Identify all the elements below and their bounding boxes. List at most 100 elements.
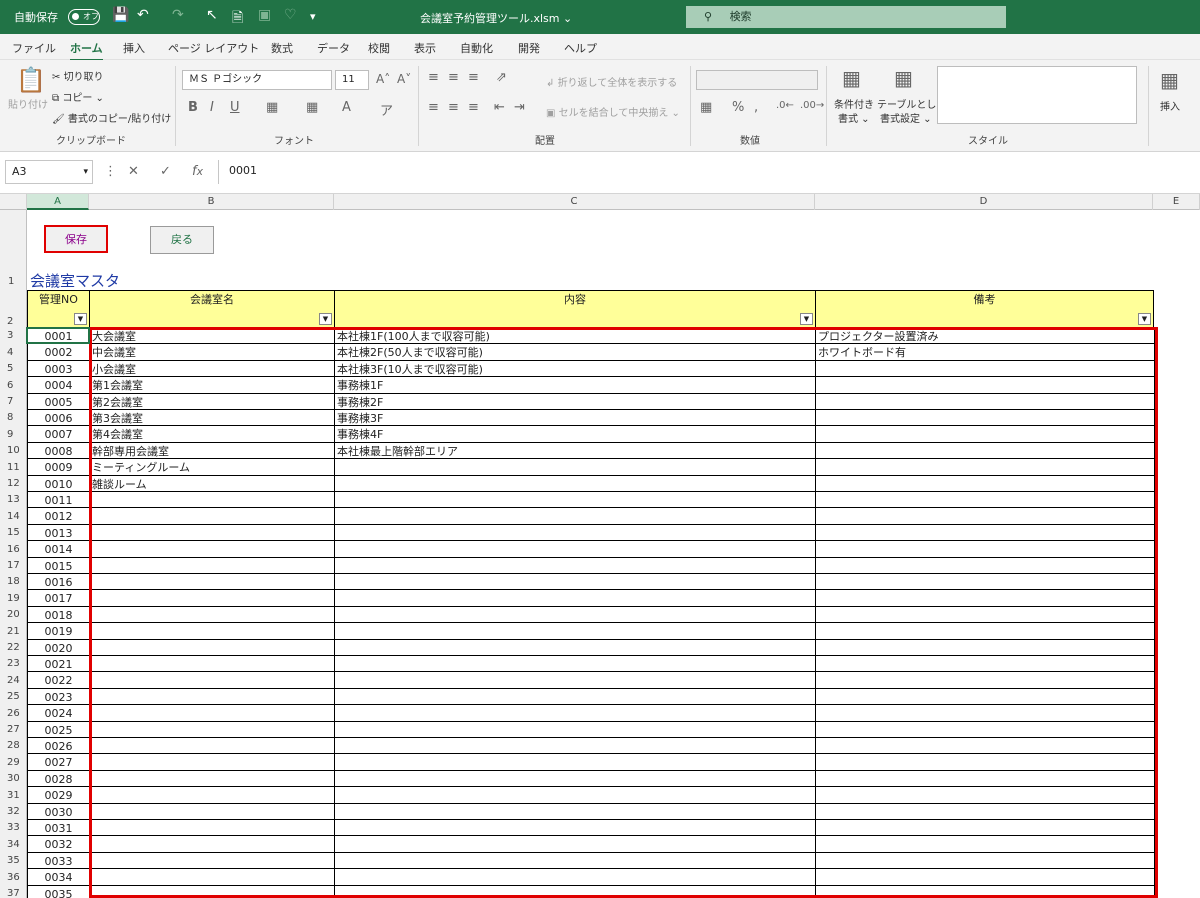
cell-content[interactable] — [335, 541, 816, 558]
redo-icon[interactable]: ↷ — [172, 7, 184, 23]
font-color-icon[interactable]: A — [342, 100, 351, 115]
cell-notes[interactable] — [816, 672, 1155, 689]
menu-data[interactable]: データ — [317, 40, 350, 56]
row-header[interactable]: 37 — [0, 886, 27, 898]
cell-notes[interactable] — [816, 656, 1155, 672]
cell-no[interactable]: 0005 — [27, 394, 90, 410]
cell-name[interactable] — [90, 672, 335, 689]
cell-no[interactable]: 0032 — [27, 836, 90, 853]
col-a[interactable]: A — [27, 194, 89, 210]
row-header[interactable]: 29 — [0, 754, 27, 771]
cell-name[interactable] — [90, 590, 335, 607]
cell-no[interactable]: 0034 — [27, 869, 90, 886]
cell-content[interactable]: 事務棟4F — [335, 426, 816, 443]
cell-notes[interactable]: プロジェクター設置済み — [816, 328, 1155, 344]
italic-icon[interactable]: I — [210, 100, 214, 115]
cell-content[interactable] — [335, 771, 816, 787]
cell-styles-gallery[interactable] — [937, 66, 1137, 124]
cell-content[interactable] — [335, 623, 816, 640]
col-b[interactable]: B — [89, 194, 334, 210]
decrease-indent-icon[interactable]: ⇤ — [494, 100, 505, 115]
cell-notes[interactable] — [816, 886, 1155, 898]
row-header[interactable]: 34 — [0, 836, 27, 853]
cell-no[interactable]: 0031 — [27, 820, 90, 836]
cell-notes[interactable] — [816, 787, 1155, 804]
row-header[interactable]: 5 — [0, 361, 27, 377]
paste-button[interactable]: 貼り付け — [8, 96, 48, 111]
autosave-toggle[interactable]: オフ — [68, 9, 100, 25]
filter-dropdown-icon[interactable]: ▼ — [800, 313, 813, 325]
align-right-icon[interactable]: ≡ — [468, 100, 479, 115]
menu-review[interactable]: 校閲 — [368, 40, 390, 56]
cell-content[interactable] — [335, 869, 816, 886]
menu-automate[interactable]: 自動化 — [460, 40, 493, 56]
cell-name[interactable] — [90, 886, 335, 898]
cell-notes[interactable] — [816, 361, 1155, 377]
cell-no[interactable]: 0012 — [27, 508, 90, 525]
row-header[interactable]: 15 — [0, 525, 27, 541]
cell-notes[interactable] — [816, 525, 1155, 541]
row-header[interactable]: 36 — [0, 869, 27, 886]
cell-no[interactable]: 0011 — [27, 492, 90, 508]
cell-notes[interactable] — [816, 426, 1155, 443]
cell-content[interactable] — [335, 607, 816, 623]
currency-icon[interactable]: ▦ — [700, 100, 712, 115]
cell-content[interactable] — [335, 558, 816, 574]
row-header[interactable]: 31 — [0, 787, 27, 804]
insert-cells-icon[interactable]: ▦ — [1160, 68, 1179, 92]
cell-content[interactable] — [335, 820, 816, 836]
row-header[interactable]: 23 — [0, 656, 27, 672]
comma-icon[interactable]: , — [754, 100, 758, 115]
form-icon[interactable]: ▣ — [258, 7, 271, 23]
cell-content[interactable] — [335, 886, 816, 898]
cell-name[interactable] — [90, 541, 335, 558]
border-icon[interactable]: ▦ — [266, 100, 278, 115]
row-header[interactable]: 12 — [0, 476, 27, 492]
increase-decimal-icon[interactable]: .0← — [776, 100, 794, 111]
cell-name[interactable] — [90, 656, 335, 672]
cell-notes[interactable] — [816, 738, 1155, 754]
cell-name[interactable]: 第1会議室 — [90, 377, 335, 394]
row-header[interactable]: 30 — [0, 771, 27, 787]
menu-view[interactable]: 表示 — [414, 40, 436, 56]
customize-icon[interactable]: ▾ — [310, 10, 316, 23]
cell-notes[interactable] — [816, 607, 1155, 623]
row-header[interactable]: 16 — [0, 541, 27, 558]
cell-no[interactable]: 0008 — [27, 443, 90, 459]
cell-name[interactable] — [90, 853, 335, 869]
cell-name[interactable]: 幹部専用会議室 — [90, 443, 335, 459]
row-header[interactable]: 4 — [0, 344, 27, 361]
filter-dropdown-icon[interactable]: ▼ — [319, 313, 332, 325]
cell-no[interactable]: 0013 — [27, 525, 90, 541]
font-name-select[interactable]: ＭＳ Ｐゴシック — [182, 70, 332, 90]
cell-no[interactable]: 0025 — [27, 722, 90, 738]
align-bottom-icon[interactable]: ≡ — [468, 70, 479, 85]
menu-developer[interactable]: 開発 — [518, 40, 540, 56]
cell-name[interactable] — [90, 787, 335, 804]
cell-notes[interactable] — [816, 689, 1155, 705]
cell-content[interactable] — [335, 590, 816, 607]
cell-content[interactable] — [335, 689, 816, 705]
cell-name[interactable]: 第3会議室 — [90, 410, 335, 426]
format-painter-button[interactable]: 🖌 書式のコピー/貼り付け — [52, 110, 171, 125]
cell-name[interactable] — [90, 492, 335, 508]
cell-content[interactable] — [335, 525, 816, 541]
cell-no[interactable]: 0016 — [27, 574, 90, 590]
cell-name[interactable] — [90, 820, 335, 836]
cell-content[interactable]: 本社棟最上階幹部エリア — [335, 443, 816, 459]
row-header[interactable]: 32 — [0, 804, 27, 820]
cell-notes[interactable] — [816, 492, 1155, 508]
cell-content[interactable] — [335, 836, 816, 853]
col-c[interactable]: C — [334, 194, 815, 210]
decrease-decimal-icon[interactable]: .00→ — [800, 100, 824, 111]
cell-notes[interactable] — [816, 705, 1155, 722]
cell-content[interactable]: 事務棟2F — [335, 394, 816, 410]
cell-no[interactable]: 0019 — [27, 623, 90, 640]
cell-no[interactable]: 0006 — [27, 410, 90, 426]
wrap-text-button[interactable]: ↲ 折り返して全体を表示する — [546, 74, 677, 89]
cell-notes[interactable] — [816, 640, 1155, 656]
cut-button[interactable]: ✂ 切り取り — [52, 68, 104, 83]
insert-cells-button[interactable]: 挿入 — [1160, 98, 1180, 113]
menu-page-layout[interactable]: ページ レイアウト — [168, 40, 259, 56]
cell-content[interactable] — [335, 853, 816, 869]
